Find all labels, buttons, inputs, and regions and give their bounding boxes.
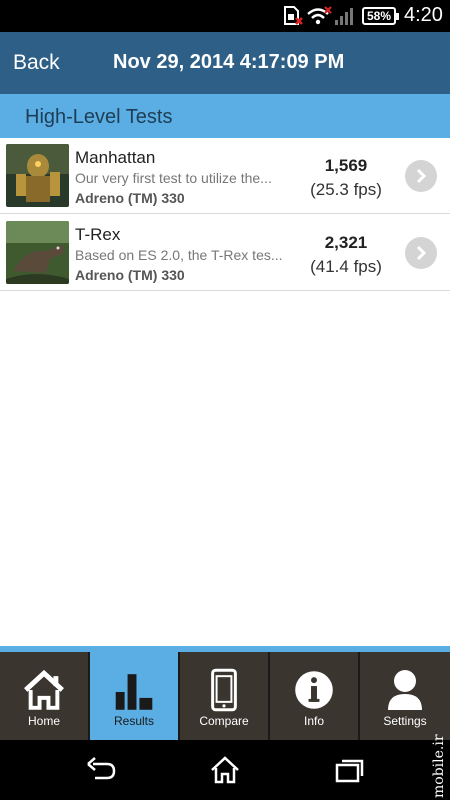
chevron-right-icon[interactable] xyxy=(405,237,437,269)
watermark-text: mobile.ir xyxy=(431,734,447,798)
phone-icon xyxy=(211,668,237,712)
test-fps: (41.4 fps) xyxy=(310,257,382,276)
tab-compare[interactable]: Compare xyxy=(180,652,269,740)
status-bar: 58% 4:20 xyxy=(0,0,450,32)
info-icon xyxy=(295,671,333,709)
home-icon xyxy=(24,669,64,710)
result-date: Nov 29, 2014 4:17:09 PM xyxy=(113,51,345,73)
tab-results[interactable]: Results xyxy=(90,652,179,740)
signal-icon xyxy=(335,8,353,25)
home-nav-icon[interactable] xyxy=(209,756,241,784)
watermark: mobile.ir xyxy=(431,734,447,798)
test-name: Manhattan xyxy=(75,148,156,167)
trex-thumbnail xyxy=(6,221,69,284)
tab-label: Info xyxy=(303,714,324,728)
back-button[interactable]: Back xyxy=(13,51,60,75)
manhattan-thumbnail xyxy=(6,144,69,207)
app-header: Back Nov 29, 2014 4:17:09 PM xyxy=(0,32,450,94)
test-score: 2,321 xyxy=(324,233,368,252)
section-title: High-Level Tests xyxy=(25,106,173,128)
back-arrow-icon[interactable] xyxy=(85,756,117,784)
tab-label: Settings xyxy=(383,714,427,728)
user-icon xyxy=(388,670,422,710)
section-header: High-Level Tests xyxy=(0,94,450,138)
tab-home[interactable]: Home xyxy=(0,652,89,740)
clock: 4:20 xyxy=(404,4,443,26)
results-list: Manhattan Our very first test to utilize… xyxy=(0,138,450,646)
bar-chart-icon xyxy=(115,674,153,710)
recent-apps-icon[interactable] xyxy=(334,756,366,784)
tab-bar: Home Results Compare Info Settings xyxy=(0,652,450,740)
test-description: Based on ES 2.0, the T-Rex tes... xyxy=(75,247,283,263)
tab-label: Results xyxy=(113,714,154,728)
tab-settings[interactable]: Settings xyxy=(360,652,450,740)
system-nav-bar xyxy=(0,740,450,800)
test-gpu: Adreno (TM) 330 xyxy=(75,190,185,206)
test-fps: (25.3 fps) xyxy=(310,180,382,199)
tab-label: Compare xyxy=(199,714,249,728)
chevron-right-icon[interactable] xyxy=(405,160,437,192)
tab-info[interactable]: Info xyxy=(270,652,359,740)
test-description: Our very first test to utilize the... xyxy=(75,170,272,186)
test-row-trex[interactable]: T-Rex Based on ES 2.0, the T-Rex tes... … xyxy=(0,215,450,291)
test-name: T-Rex xyxy=(75,225,121,244)
wifi-icon xyxy=(307,6,332,25)
test-row-manhattan[interactable]: Manhattan Our very first test to utilize… xyxy=(0,138,450,214)
battery-icon: 58% xyxy=(362,7,399,25)
sim-error-icon xyxy=(284,6,303,25)
tab-label: Home xyxy=(27,714,60,728)
test-score: 1,569 xyxy=(324,156,368,175)
test-gpu: Adreno (TM) 330 xyxy=(75,267,185,283)
